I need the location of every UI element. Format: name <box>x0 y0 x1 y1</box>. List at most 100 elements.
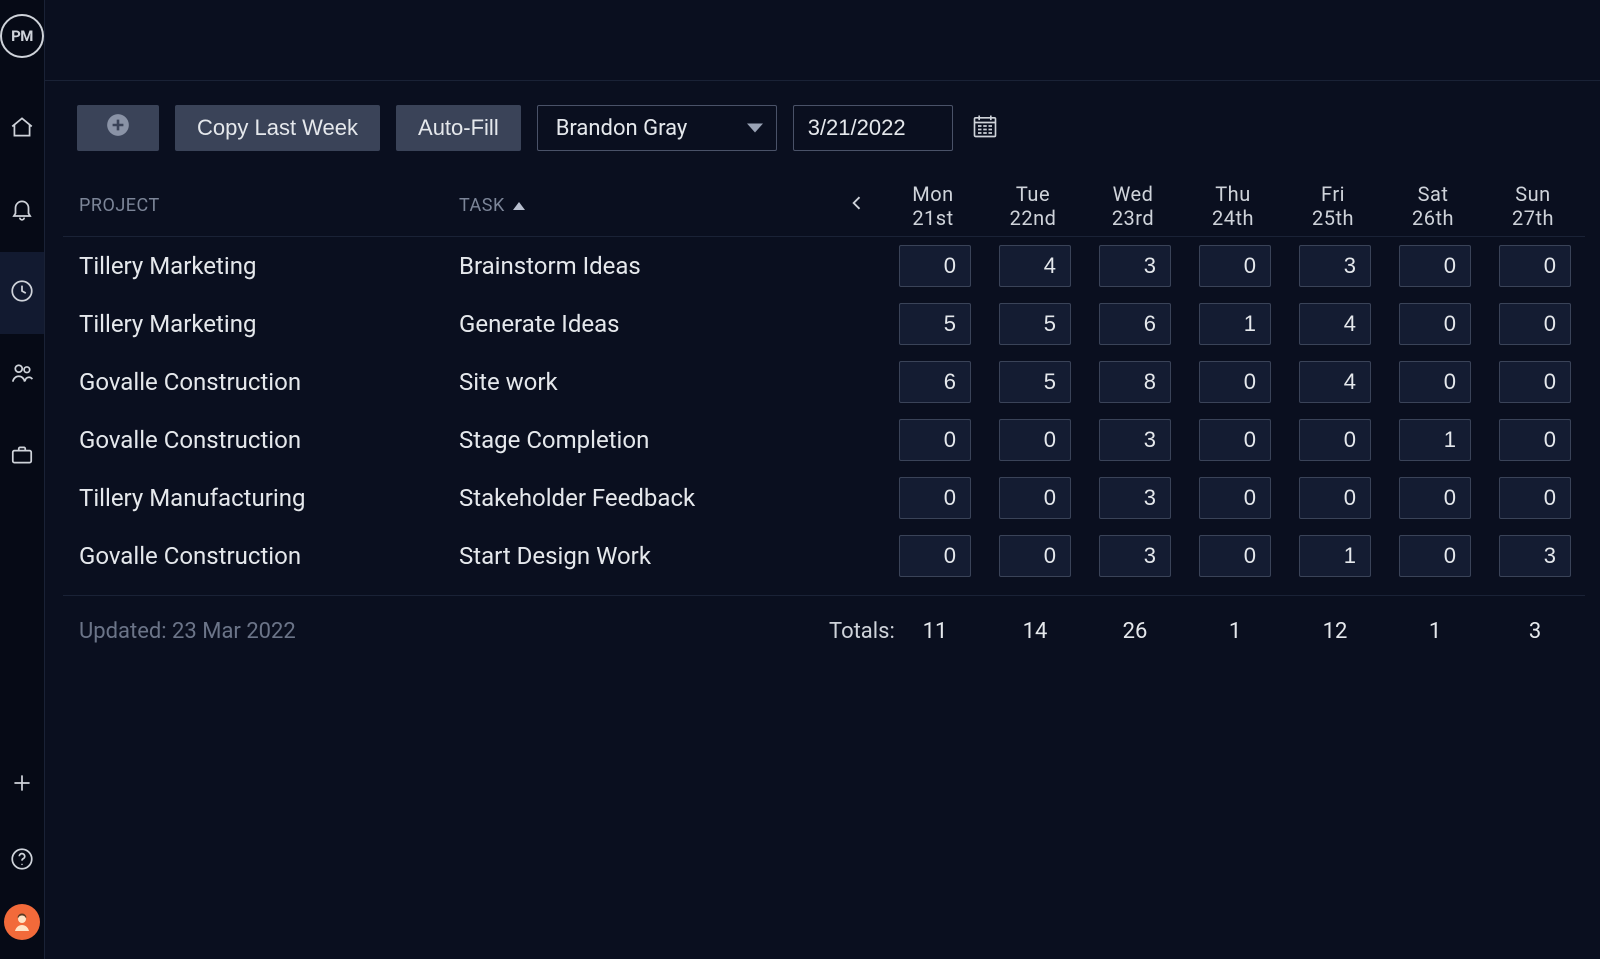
hours-input[interactable] <box>1499 535 1571 577</box>
sort-asc-icon <box>513 202 525 210</box>
hours-input[interactable] <box>1199 477 1271 519</box>
hours-input[interactable] <box>1199 245 1271 287</box>
prev-week-button[interactable] <box>829 193 885 218</box>
sidebar-item-timesheets[interactable] <box>0 252 44 334</box>
cell-hours <box>885 303 985 345</box>
hours-input[interactable] <box>1499 477 1571 519</box>
copy-last-week-button[interactable]: Copy Last Week <box>175 105 380 151</box>
hours-input[interactable] <box>899 419 971 461</box>
sidebar-item-work[interactable] <box>0 416 44 498</box>
table-row: Govalle ConstructionStart Design Work <box>63 527 1585 585</box>
column-header-task[interactable]: TASK <box>459 195 829 216</box>
table-row: Tillery MarketingBrainstorm Ideas <box>63 237 1585 295</box>
cell-hours <box>885 419 985 461</box>
hours-input[interactable] <box>1399 419 1471 461</box>
table-row: Govalle ConstructionStage Completion <box>63 411 1585 469</box>
day-header-dom: 22nd <box>985 206 1081 230</box>
cell-task: Generate Ideas <box>459 310 829 338</box>
hours-input[interactable] <box>999 361 1071 403</box>
hours-input[interactable] <box>899 245 971 287</box>
date-input[interactable] <box>793 105 953 151</box>
day-header-dom: 27th <box>1485 206 1581 230</box>
cell-hours <box>1085 245 1185 287</box>
sidebar-item-home[interactable] <box>0 88 44 170</box>
day-header-dow: Wed <box>1085 182 1181 206</box>
hours-input[interactable] <box>1399 477 1471 519</box>
hours-input[interactable] <box>1199 419 1271 461</box>
sidebar-item-profile[interactable] <box>0 899 44 959</box>
hours-input[interactable] <box>899 477 971 519</box>
hours-input[interactable] <box>1399 361 1471 403</box>
hours-input[interactable] <box>1399 303 1471 345</box>
hours-input[interactable] <box>1299 419 1371 461</box>
clock-icon <box>9 278 35 308</box>
hours-input[interactable] <box>1099 477 1171 519</box>
avatar <box>4 904 40 940</box>
day-header: Sun27th <box>1485 182 1585 230</box>
hours-input[interactable] <box>1199 535 1271 577</box>
sidebar-bottom <box>0 747 44 959</box>
cell-task: Stage Completion <box>459 426 829 454</box>
cell-hours <box>1285 535 1385 577</box>
sidebar: PM <box>0 0 45 959</box>
day-header-dom: 21st <box>885 206 981 230</box>
hours-input[interactable] <box>899 535 971 577</box>
user-select[interactable]: Brandon Gray <box>537 105 777 151</box>
hours-input[interactable] <box>1099 419 1171 461</box>
sidebar-item-help[interactable] <box>0 823 44 899</box>
day-header-dow: Tue <box>985 182 1081 206</box>
hours-input[interactable] <box>999 245 1071 287</box>
total-cell: 26 <box>1085 619 1185 644</box>
hours-input[interactable] <box>899 361 971 403</box>
updated-text: Updated: 23 Mar 2022 <box>79 619 459 644</box>
cell-hours <box>1085 361 1185 403</box>
chevron-left-icon <box>847 193 867 218</box>
calendar-button[interactable] <box>969 112 1001 144</box>
sidebar-item-team[interactable] <box>0 334 44 416</box>
hours-input[interactable] <box>1499 361 1571 403</box>
cell-hours <box>1485 361 1585 403</box>
auto-fill-button[interactable]: Auto-Fill <box>396 105 521 151</box>
hours-input[interactable] <box>1499 303 1571 345</box>
totals-label: Totals: <box>829 619 885 644</box>
main: Copy Last Week Auto-Fill Brandon Gray <box>45 0 1600 959</box>
cell-task: Stakeholder Feedback <box>459 484 829 512</box>
hours-input[interactable] <box>899 303 971 345</box>
hours-input[interactable] <box>999 535 1071 577</box>
sidebar-item-add[interactable] <box>0 747 44 823</box>
column-header-project[interactable]: PROJECT <box>79 195 459 216</box>
hours-input[interactable] <box>1299 361 1371 403</box>
plus-circle-icon <box>105 112 131 144</box>
hours-input[interactable] <box>1299 477 1371 519</box>
hours-input[interactable] <box>1299 245 1371 287</box>
total-cell: 12 <box>1285 619 1385 644</box>
cell-hours <box>885 477 985 519</box>
hours-input[interactable] <box>1099 303 1171 345</box>
sidebar-item-notifications[interactable] <box>0 170 44 252</box>
hours-input[interactable] <box>1099 361 1171 403</box>
cell-hours <box>1285 419 1385 461</box>
hours-input[interactable] <box>999 419 1071 461</box>
app-logo[interactable]: PM <box>0 14 44 58</box>
cell-project: Govalle Construction <box>79 542 459 570</box>
hours-input[interactable] <box>1499 245 1571 287</box>
table-header: PROJECT TASK Mon21stTue22ndWed23rdThu24t… <box>63 175 1585 237</box>
table-footer: Updated: 23 Mar 2022 Totals: 11142611213 <box>63 595 1585 667</box>
day-header-dow: Fri <box>1285 182 1381 206</box>
hours-input[interactable] <box>999 303 1071 345</box>
hours-input[interactable] <box>999 477 1071 519</box>
add-entry-button[interactable] <box>77 105 159 151</box>
hours-input[interactable] <box>1199 303 1271 345</box>
users-icon <box>9 360 35 390</box>
hours-input[interactable] <box>1099 535 1171 577</box>
table-row: Tillery MarketingGenerate Ideas <box>63 295 1585 353</box>
hours-input[interactable] <box>1399 245 1471 287</box>
cell-hours <box>885 535 985 577</box>
hours-input[interactable] <box>1099 245 1171 287</box>
day-header: Mon21st <box>885 182 985 230</box>
hours-input[interactable] <box>1499 419 1571 461</box>
hours-input[interactable] <box>1299 303 1371 345</box>
hours-input[interactable] <box>1299 535 1371 577</box>
hours-input[interactable] <box>1399 535 1471 577</box>
hours-input[interactable] <box>1199 361 1271 403</box>
